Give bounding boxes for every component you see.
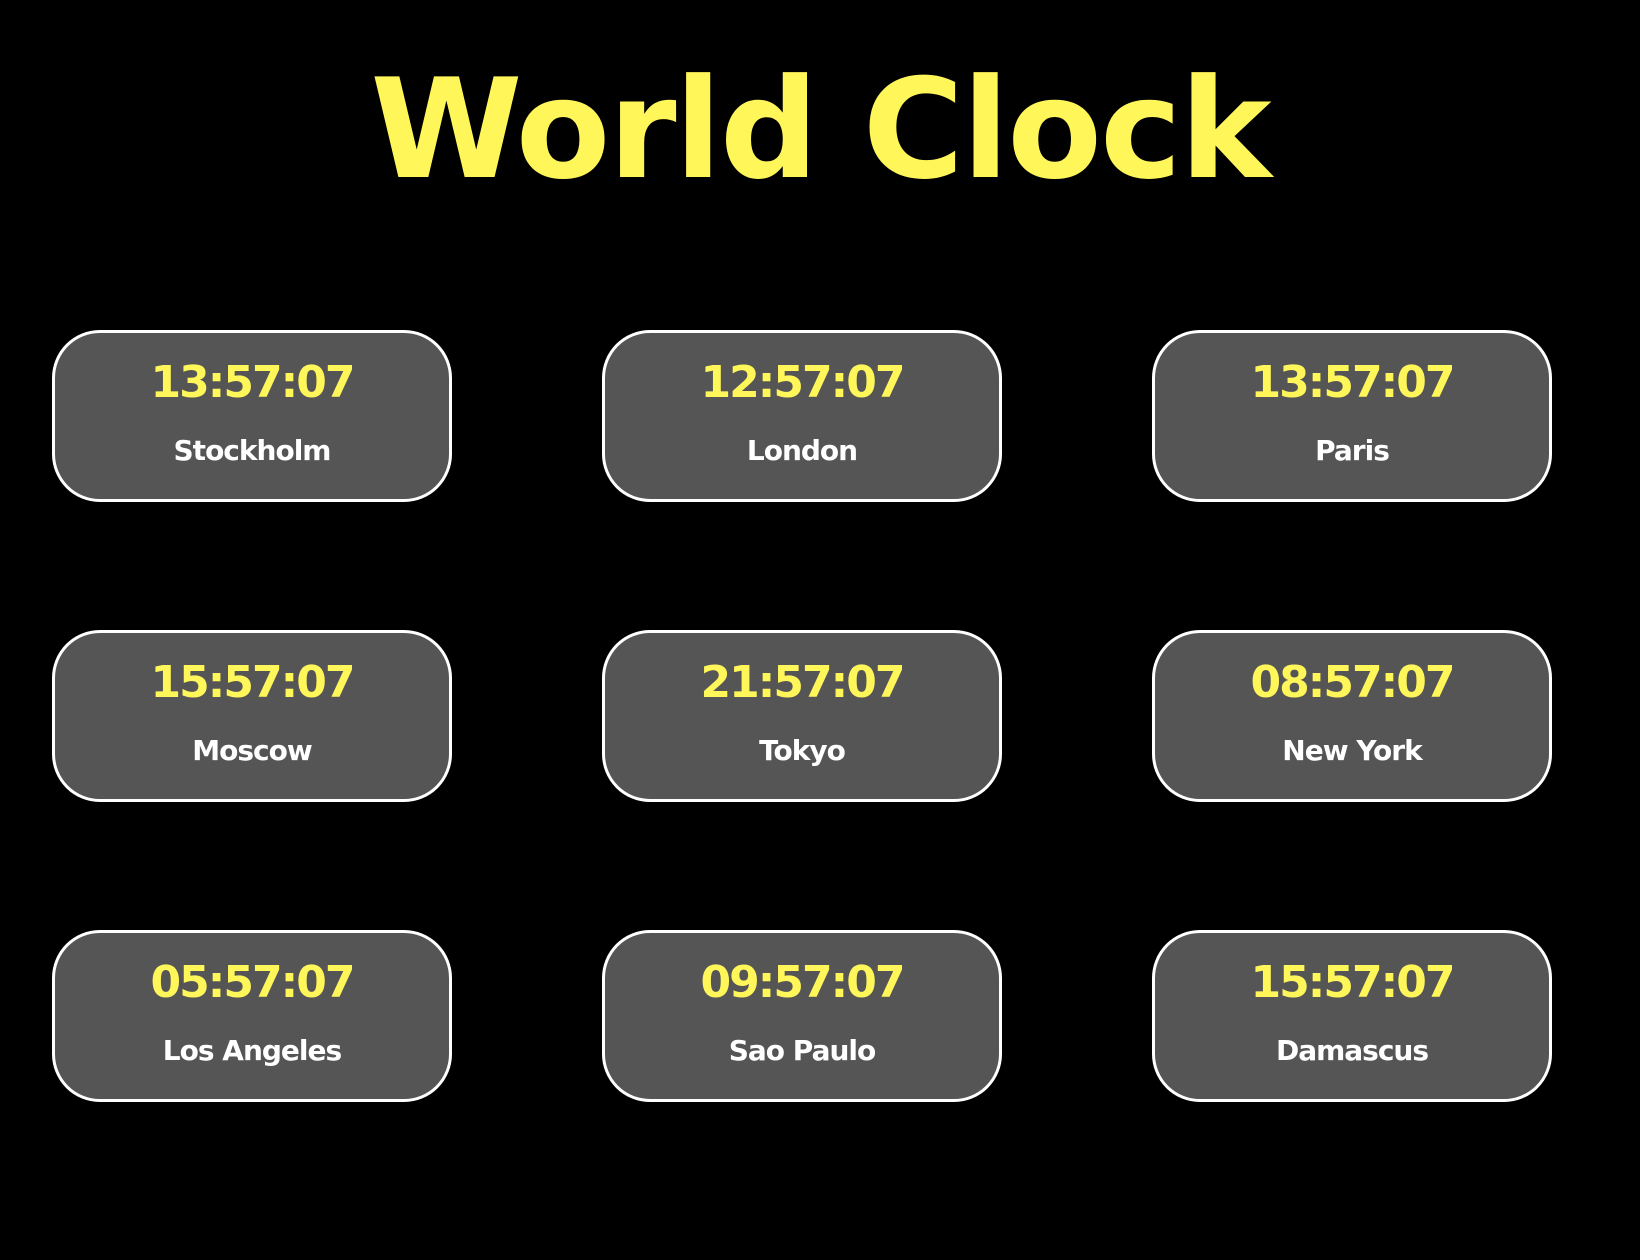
clock-time: 15:57:07 [1250,957,1456,1008]
clock-card-new-york: 08:57:07 New York [1152,630,1552,802]
clock-time: 05:57:07 [150,957,356,1008]
clock-time: 21:57:07 [700,657,906,708]
clock-city: Moscow [192,734,312,767]
clock-city: Sao Paulo [728,1034,876,1067]
clock-card-tokyo: 21:57:07 Tokyo [602,630,1002,802]
clock-city: Los Angeles [162,1034,342,1067]
clock-city: London [746,434,858,467]
clock-city: Damascus [1275,1034,1429,1067]
clock-grid: 13:57:07 Stockholm 12:57:07 London 13:57… [0,0,1640,1260]
clock-card-moscow: 15:57:07 Moscow [52,630,452,802]
clock-time: 09:57:07 [700,957,906,1008]
clock-time: 15:57:07 [150,657,356,708]
clock-city: Tokyo [759,734,846,767]
clock-time: 13:57:07 [150,357,356,408]
clock-card-damascus: 15:57:07 Damascus [1152,930,1552,1102]
clock-city: New York [1282,734,1422,767]
clock-card-sao-paulo: 09:57:07 Sao Paulo [602,930,1002,1102]
clock-card-stockholm: 13:57:07 Stockholm [52,330,452,502]
clock-card-los-angeles: 05:57:07 Los Angeles [52,930,452,1102]
clock-time: 13:57:07 [1250,357,1456,408]
clock-city: Stockholm [173,434,332,467]
clock-time: 08:57:07 [1250,657,1456,708]
clock-card-london: 12:57:07 London [602,330,1002,502]
clock-card-paris: 13:57:07 Paris [1152,330,1552,502]
clock-time: 12:57:07 [700,357,906,408]
clock-city: Paris [1315,434,1390,467]
